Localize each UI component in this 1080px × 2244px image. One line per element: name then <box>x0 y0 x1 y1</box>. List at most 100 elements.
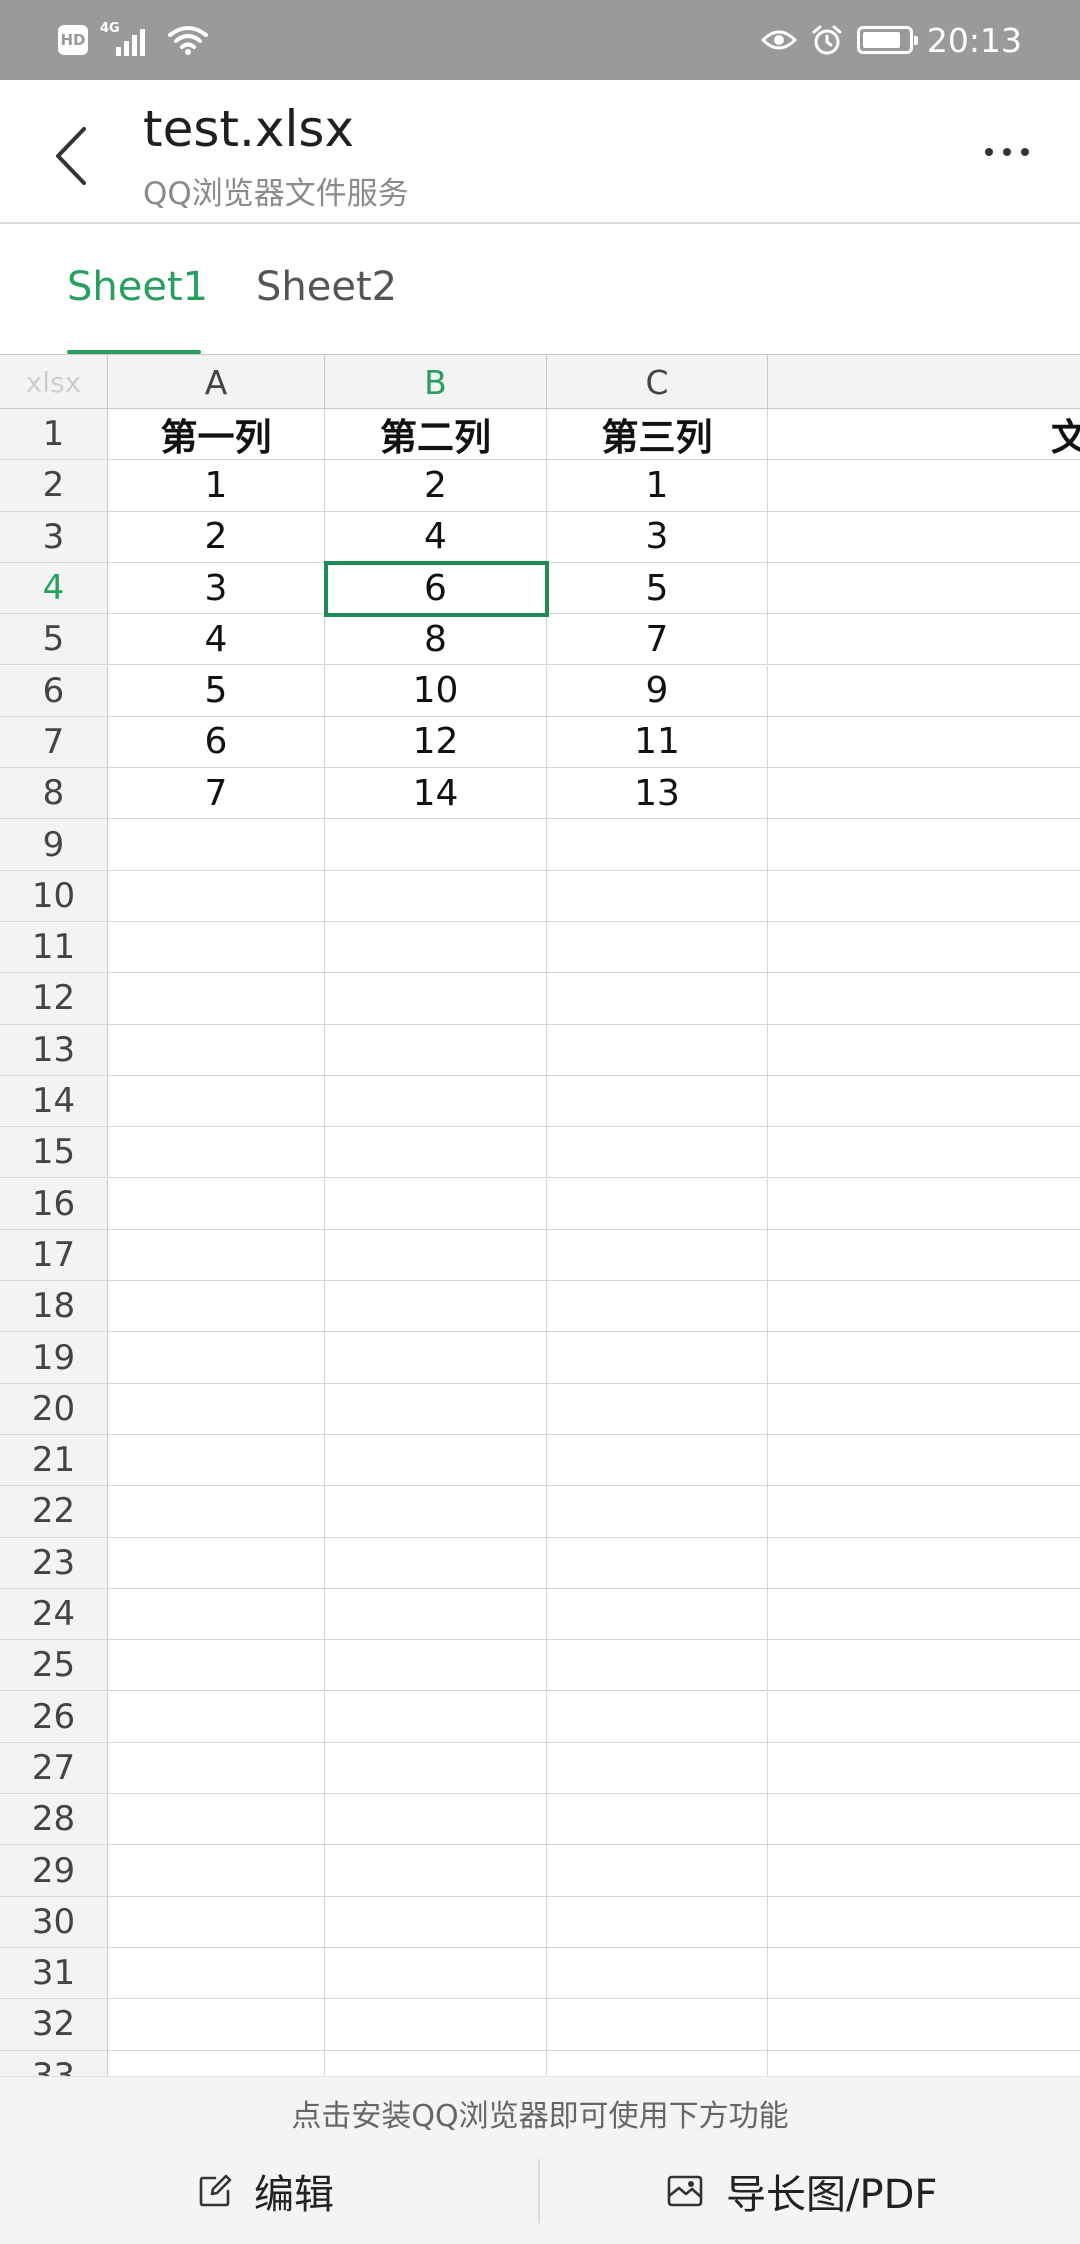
row-header[interactable]: 26 <box>0 1691 108 1742</box>
cell-b13[interactable] <box>325 1024 547 1075</box>
cell-b32[interactable] <box>325 1999 547 2050</box>
cell-b33[interactable] <box>325 2050 547 2076</box>
cell-b6[interactable]: 10 <box>325 665 547 716</box>
cell-a22[interactable] <box>108 1486 325 1537</box>
spreadsheet-grid[interactable]: xlsx A B C 1第一列第二列第三列文212132434365548765… <box>0 354 1080 2076</box>
cell-a10[interactable] <box>108 870 325 921</box>
cell-a4[interactable]: 3 <box>108 562 325 614</box>
cell-d26[interactable] <box>768 1692 1080 1742</box>
column-header-d[interactable] <box>768 355 1080 409</box>
cell-d19[interactable] <box>768 1332 1080 1382</box>
cell-b22[interactable] <box>325 1486 547 1537</box>
row-header[interactable]: 9 <box>0 819 108 870</box>
cell-a9[interactable] <box>108 819 325 870</box>
cell-d15[interactable] <box>768 1127 1080 1177</box>
cell-a24[interactable] <box>108 1588 325 1640</box>
cell-b16[interactable] <box>325 1178 547 1229</box>
cell-c9[interactable] <box>547 819 768 870</box>
row-header[interactable]: 31 <box>0 1948 108 1999</box>
cell-c11[interactable] <box>547 922 768 973</box>
cell-c19[interactable] <box>547 1332 768 1383</box>
cell-a26[interactable] <box>108 1691 325 1742</box>
cell-a27[interactable] <box>108 1742 325 1794</box>
cell-d18[interactable] <box>768 1281 1080 1331</box>
cell-b18[interactable] <box>325 1281 547 1332</box>
cell-b3[interactable]: 4 <box>325 511 547 562</box>
cell-a13[interactable] <box>108 1024 325 1075</box>
cell-a25[interactable] <box>108 1640 325 1691</box>
cell-a21[interactable] <box>108 1435 325 1486</box>
cell-b23[interactable] <box>325 1537 547 1588</box>
cell-a7[interactable]: 6 <box>108 716 325 768</box>
cell-b15[interactable] <box>325 1127 547 1178</box>
row-header[interactable]: 24 <box>0 1588 108 1640</box>
cell-c24[interactable] <box>547 1588 768 1640</box>
back-button[interactable] <box>40 116 100 196</box>
cell-d9[interactable] <box>768 819 1080 869</box>
row-header[interactable]: 5 <box>0 614 108 665</box>
cell-a19[interactable] <box>108 1332 325 1383</box>
row-header[interactable]: 16 <box>0 1178 108 1229</box>
cell-c5[interactable]: 7 <box>547 614 768 665</box>
cell-c14[interactable] <box>547 1075 768 1127</box>
row-header[interactable]: 7 <box>0 716 108 768</box>
cell-a23[interactable] <box>108 1537 325 1588</box>
cell-b28[interactable] <box>325 1794 547 1845</box>
row-header[interactable]: 15 <box>0 1127 108 1178</box>
cell-a15[interactable] <box>108 1127 325 1178</box>
cell-a31[interactable] <box>108 1948 325 1999</box>
cell-d27[interactable] <box>768 1743 1080 1793</box>
cell-d30[interactable] <box>768 1897 1080 1947</box>
row-header[interactable]: 18 <box>0 1281 108 1332</box>
cell-c10[interactable] <box>547 870 768 921</box>
cell-c20[interactable] <box>547 1383 768 1434</box>
cell-c28[interactable] <box>547 1794 768 1845</box>
cell-b9[interactable] <box>325 819 547 870</box>
cell-c27[interactable] <box>547 1742 768 1794</box>
cell-a18[interactable] <box>108 1281 325 1332</box>
row-header[interactable]: 4 <box>0 562 108 614</box>
cell-a6[interactable]: 5 <box>108 665 325 716</box>
cell-c16[interactable] <box>547 1178 768 1229</box>
row-header[interactable]: 33 <box>0 2050 108 2076</box>
cell-c8[interactable]: 13 <box>547 768 768 819</box>
cell-b25[interactable] <box>325 1640 547 1691</box>
tab-sheet2[interactable]: Sheet2 <box>256 264 397 354</box>
row-header[interactable]: 28 <box>0 1794 108 1845</box>
row-header[interactable]: 32 <box>0 1999 108 2050</box>
cell-a28[interactable] <box>108 1794 325 1845</box>
cell-b29[interactable] <box>325 1845 547 1896</box>
cell-d4[interactable] <box>768 563 1080 613</box>
cell-b30[interactable] <box>325 1896 547 1947</box>
cell-d20[interactable] <box>768 1384 1080 1434</box>
cell-d25[interactable] <box>768 1640 1080 1690</box>
cell-d13[interactable] <box>768 1025 1080 1075</box>
cell-d29[interactable] <box>768 1845 1080 1895</box>
cell-c22[interactable] <box>547 1486 768 1537</box>
cell-d1[interactable]: 文 <box>768 409 1080 459</box>
row-header[interactable]: 29 <box>0 1845 108 1896</box>
cell-d11[interactable] <box>768 922 1080 972</box>
row-header[interactable]: 1 <box>0 409 108 460</box>
cell-b4[interactable]: 6 <box>325 562 547 614</box>
cell-b1[interactable]: 第二列 <box>325 409 547 460</box>
column-header-b[interactable]: B <box>325 355 547 409</box>
cell-d2[interactable] <box>768 460 1080 510</box>
more-button[interactable] <box>972 122 1042 182</box>
cell-d22[interactable] <box>768 1486 1080 1536</box>
cell-c25[interactable] <box>547 1640 768 1691</box>
cell-c2[interactable]: 1 <box>547 460 768 511</box>
row-header[interactable]: 10 <box>0 870 108 921</box>
tab-sheet1[interactable]: Sheet1 <box>67 264 208 354</box>
cell-d24[interactable] <box>768 1589 1080 1639</box>
cell-b11[interactable] <box>325 922 547 973</box>
cell-d7[interactable] <box>768 717 1080 767</box>
cell-c23[interactable] <box>547 1537 768 1588</box>
row-header[interactable]: 22 <box>0 1486 108 1537</box>
cell-c17[interactable] <box>547 1229 768 1281</box>
row-header[interactable]: 23 <box>0 1537 108 1588</box>
cell-a16[interactable] <box>108 1178 325 1229</box>
cell-c21[interactable] <box>547 1435 768 1486</box>
column-header-a[interactable]: A <box>108 355 325 409</box>
row-header[interactable]: 25 <box>0 1640 108 1691</box>
